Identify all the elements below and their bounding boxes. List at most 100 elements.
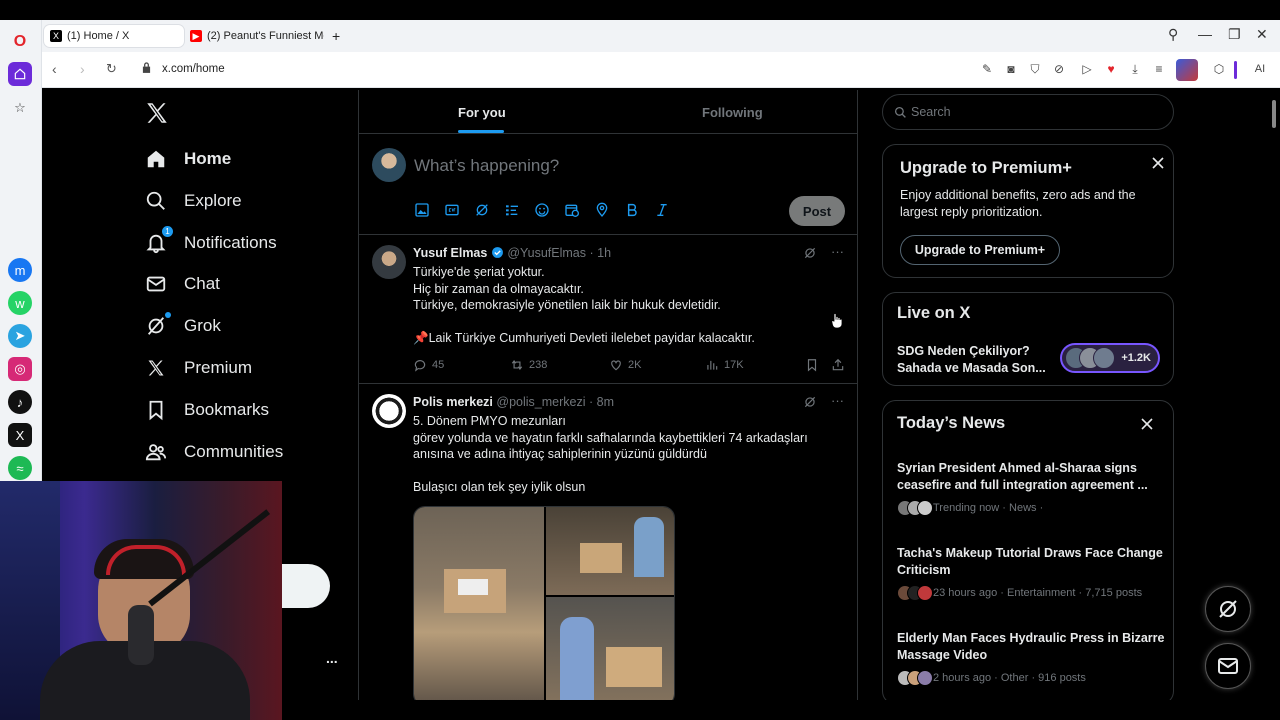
opera-logo-icon[interactable]: O: [8, 30, 32, 54]
tweet[interactable]: Polis merkezi @polis_merkezi · 8m ··· 5.…: [359, 384, 858, 700]
post-button[interactable]: Post: [789, 196, 845, 226]
location-icon[interactable]: [594, 202, 610, 218]
tweet-media-grid[interactable]: [413, 506, 675, 700]
grok-icon[interactable]: [803, 395, 817, 409]
poll-icon[interactable]: [504, 202, 520, 218]
profile-avatar[interactable]: [1176, 59, 1198, 81]
telegram-icon[interactable]: ➤: [8, 324, 32, 348]
download-icon[interactable]: ⤓: [1128, 62, 1142, 76]
search-input[interactable]: Search: [882, 94, 1174, 130]
tweet-time[interactable]: · 1h: [590, 246, 612, 260]
sidebar-item-premium[interactable]: Premium: [144, 353, 252, 383]
url-field[interactable]: x.com/home: [162, 63, 225, 75]
tab-for-you[interactable]: For you: [458, 105, 506, 120]
forward-icon[interactable]: ›: [80, 61, 85, 77]
image-icon[interactable]: [414, 202, 430, 218]
sidebar-item-chat[interactable]: Chat: [144, 269, 220, 299]
more-icon[interactable]: ···: [831, 394, 844, 409]
avatar[interactable]: [372, 394, 406, 428]
new-tab-button[interactable]: +: [328, 25, 348, 47]
x-app-icon[interactable]: X: [8, 423, 32, 447]
tweet-header: Polis merkezi @polis_merkezi · 8m: [413, 395, 614, 409]
tab-home-x[interactable]: X (1) Home / X: [44, 25, 184, 47]
close-icon[interactable]: [1141, 418, 1153, 430]
news-item[interactable]: Elderly Man Faces Hydraulic Press in Biz…: [897, 630, 1167, 686]
views-button[interactable]: 17K: [705, 358, 744, 372]
premium-card: Upgrade to Premium+ Enjoy additional ben…: [882, 144, 1174, 278]
news-meta: 23 hours ago · Entertainment · 7,715 pos…: [897, 585, 1167, 601]
news-item[interactable]: Tacha's Makeup Tutorial Draws Face Chang…: [897, 545, 1167, 601]
grok-icon[interactable]: [803, 246, 817, 260]
premium-description: Enjoy additional benefits, zero ads and …: [900, 188, 1136, 219]
sidebar-item-home[interactable]: Home: [144, 144, 231, 174]
page-scrollbar[interactable]: [1268, 90, 1280, 700]
messages-fab[interactable]: [1205, 643, 1251, 689]
x-logo-icon[interactable]: [144, 100, 170, 126]
news-item[interactable]: Syrian President Ahmed al-Sharaa signs c…: [897, 460, 1167, 516]
avatar[interactable]: [372, 245, 406, 279]
spotify-icon[interactable]: ≈: [8, 456, 32, 480]
sidebar-item-notifications[interactable]: 1 Notifications: [144, 225, 277, 258]
star-icon[interactable]: ☆: [8, 96, 32, 120]
minimize-icon[interactable]: —: [1198, 26, 1212, 42]
media-photo[interactable]: [546, 597, 674, 700]
whatsapp-icon[interactable]: w: [8, 291, 32, 315]
like-button[interactable]: 2K: [609, 358, 641, 372]
home-icon[interactable]: [8, 62, 32, 86]
heart-icon[interactable]: ♥: [1104, 62, 1118, 76]
sidebar-item-grok[interactable]: Grok: [144, 311, 221, 341]
tweet-time[interactable]: · 8m: [589, 395, 614, 409]
more-icon[interactable]: ···: [831, 245, 844, 260]
close-window-icon[interactable]: ✕: [1256, 26, 1268, 43]
live-listeners-pill[interactable]: +1.2K: [1060, 343, 1160, 373]
gif-icon[interactable]: [444, 202, 460, 218]
tab-bar: X (1) Home / X ▶ (2) Peanut's Funniest M…: [42, 20, 1280, 52]
italic-icon[interactable]: [654, 202, 670, 218]
back-icon[interactable]: ‹: [52, 61, 57, 77]
tiktok-icon[interactable]: ♪: [8, 390, 32, 414]
author-handle[interactable]: @YusufElmas: [507, 246, 586, 260]
reload-icon[interactable]: ↻: [106, 61, 117, 77]
upgrade-button[interactable]: Upgrade to Premium+: [900, 235, 1060, 265]
instagram-icon[interactable]: ◎: [8, 357, 32, 381]
repost-button[interactable]: 238: [510, 358, 547, 372]
tab-youtube[interactable]: ▶ (2) Peanut's Funniest Mom: [184, 25, 324, 47]
bookmark-icon[interactable]: [805, 358, 819, 372]
tweet[interactable]: Yusuf Elmas @YusufElmas · 1h ··· Türkiye…: [359, 235, 858, 384]
author-handle[interactable]: @polis_merkezi: [496, 395, 585, 409]
menu-icon[interactable]: ≡: [1152, 62, 1166, 76]
bold-icon[interactable]: [624, 202, 640, 218]
live-space-title[interactable]: SDG Neden Çekiliyor? Sahada ve Masada So…: [897, 343, 1057, 376]
grok-icon[interactable]: [474, 202, 490, 218]
schedule-icon[interactable]: [564, 202, 580, 218]
close-icon[interactable]: [1152, 157, 1164, 169]
messenger-icon[interactable]: m: [8, 258, 32, 282]
scrollbar-thumb[interactable]: [1272, 100, 1276, 128]
maximize-icon[interactable]: ❐: [1228, 26, 1241, 43]
sidebar-item-bookmarks[interactable]: Bookmarks: [144, 395, 269, 425]
ai-button[interactable]: AI: [1248, 62, 1272, 76]
compose-input[interactable]: What’s happening?: [414, 156, 559, 176]
media-photo[interactable]: [546, 507, 674, 595]
grok-fab[interactable]: [1205, 586, 1251, 632]
send-icon[interactable]: ▷: [1080, 62, 1094, 76]
emoji-icon[interactable]: [534, 202, 550, 218]
share-icon[interactable]: [831, 358, 845, 372]
heart-icon: [611, 360, 621, 371]
author-name[interactable]: Polis merkezi: [413, 395, 493, 409]
vpn-icon[interactable]: ⊘: [1052, 62, 1066, 76]
camera-icon[interactable]: ◙: [1004, 62, 1018, 76]
author-name[interactable]: Yusuf Elmas: [413, 246, 487, 260]
search-tabs-icon[interactable]: ⚲: [1168, 26, 1178, 43]
media-photo[interactable]: [414, 507, 544, 700]
tweet-line: 📌Laik Türkiye Cumhuriyeti Devleti ileleb…: [413, 331, 755, 346]
extensions-icon[interactable]: ⬡: [1212, 62, 1226, 76]
more-options-icon[interactable]: ...: [326, 650, 338, 666]
shield-icon[interactable]: ⛉: [1028, 62, 1042, 76]
reply-button[interactable]: 45: [413, 358, 444, 372]
sidebar-item-communities[interactable]: Communities: [144, 437, 283, 467]
sidebar-item-explore[interactable]: Explore: [144, 186, 242, 216]
post-button-partial[interactable]: [274, 564, 330, 608]
edit-icon[interactable]: ✎: [980, 62, 994, 76]
tab-following[interactable]: Following: [702, 105, 763, 120]
